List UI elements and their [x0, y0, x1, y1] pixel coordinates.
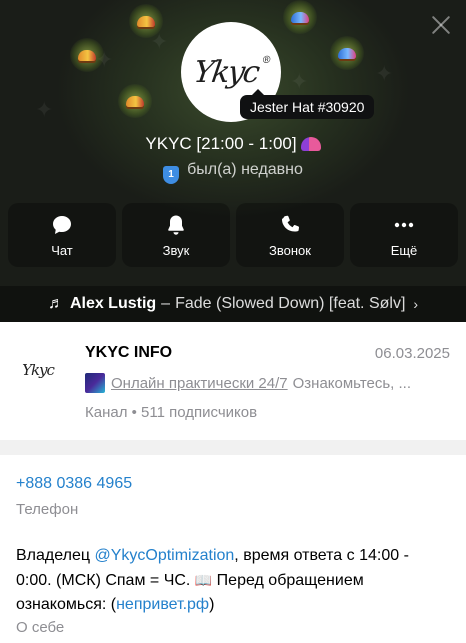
- music-track: Fade (Slowed Down) [feat. Sølv]: [175, 295, 406, 312]
- gift-hat-icon[interactable]: [70, 38, 104, 72]
- status-line: 1 был(а) недавно: [0, 161, 466, 184]
- more-button[interactable]: Ещё: [350, 203, 458, 267]
- preview-thumbnail: [85, 373, 105, 393]
- action-bar: Чат Звук Звонок Ещё: [8, 203, 458, 267]
- channel-preview: Онлайн практически 24/7 Ознакомьтесь, ..…: [85, 373, 455, 393]
- channel-avatar-logo: Ykyc: [22, 361, 55, 379]
- last-seen-status: был(а) недавно: [187, 161, 303, 178]
- music-separator: –: [161, 295, 171, 312]
- music-note-icon: ♬: [47, 295, 64, 312]
- phone-icon: [282, 215, 300, 231]
- info-section: +888 0386 4965 Телефон Владелец @YkycOpt…: [0, 455, 466, 643]
- owner-mention-link[interactable]: @YkycOptimization: [94, 547, 234, 564]
- music-artist: Alex Lustig: [69, 295, 157, 312]
- preview-link[interactable]: Онлайн практически 24/7: [111, 375, 288, 392]
- more-button-label: Ещё: [390, 242, 418, 258]
- profile-header: ✦ ✦ ✦ ✦ ✦ Ykyc® Jester Hat #30920 YKYC […: [0, 0, 466, 322]
- music-bar[interactable]: ♬ Alex Lustig – Fade (Slowed Down) [feat…: [0, 286, 466, 322]
- pattern-icon: ✦: [35, 98, 54, 123]
- pattern-icon: ✦: [290, 70, 309, 95]
- profile-name-text: YKYC [21:00 - 1:00]: [145, 134, 297, 153]
- bio-label: О себе: [16, 619, 65, 636]
- chat-button-label: Чат: [51, 242, 73, 258]
- channel-avatar: Ykyc: [12, 344, 64, 396]
- sound-button-label: Звук: [162, 242, 190, 258]
- bio-text: Владелец @YkycOptimization, время ответа…: [16, 544, 436, 617]
- gift-tooltip: Jester Hat #30920: [240, 89, 375, 119]
- channel-title: YKYC INFO: [85, 344, 173, 361]
- boost-badge-icon[interactable]: 1: [163, 166, 180, 184]
- phone-number[interactable]: +888 0386 4965: [16, 475, 132, 493]
- bio-part: ): [209, 596, 215, 613]
- book-icon: 📖: [194, 572, 213, 588]
- chat-icon: [53, 215, 71, 234]
- personal-channel-card[interactable]: Ykyc YKYC INFO 06.03.2025 Онлайн практич…: [0, 322, 466, 440]
- profile-name: YKYC [21:00 - 1:00]: [0, 134, 466, 154]
- channel-date: 06.03.2025: [374, 345, 450, 362]
- call-button[interactable]: Звонок: [236, 203, 344, 267]
- channel-meta: Канал • 511 подписчиков: [85, 404, 258, 421]
- gift-hat-icon[interactable]: [283, 0, 317, 34]
- chat-button[interactable]: Чат: [8, 203, 116, 267]
- nehello-link[interactable]: непривет.рф: [116, 596, 209, 613]
- close-button[interactable]: [430, 14, 452, 36]
- jester-hat-icon[interactable]: [300, 137, 321, 151]
- pattern-icon: ✦: [375, 62, 394, 87]
- gift-hat-icon[interactable]: [129, 4, 163, 38]
- gift-hat-icon[interactable]: [118, 84, 152, 118]
- chevron-right-icon: ›: [413, 296, 419, 312]
- sound-button[interactable]: Звук: [122, 203, 230, 267]
- more-icon: [394, 222, 414, 227]
- bio-part: Владелец: [16, 547, 95, 564]
- avatar-logo: Ykyc®: [191, 54, 271, 90]
- phone-label: Телефон: [16, 501, 79, 518]
- preview-text: Ознакомьтесь, ...: [292, 374, 412, 392]
- gift-hat-icon[interactable]: [330, 36, 364, 70]
- bell-icon: [168, 215, 184, 235]
- call-button-label: Звонок: [269, 242, 311, 258]
